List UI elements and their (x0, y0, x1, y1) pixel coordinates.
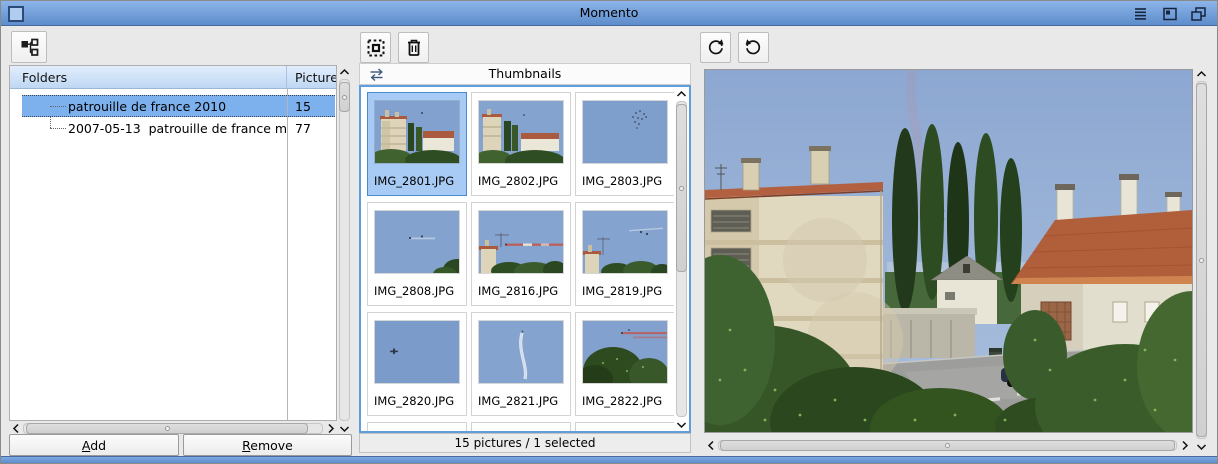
thumbnail-filename: IMG_2819.JPG (582, 284, 662, 298)
scrollbar-track[interactable] (676, 101, 687, 417)
thumbnail-image (375, 321, 459, 383)
scrollbar-thumb[interactable] (26, 423, 308, 434)
scrollbar-thumb[interactable] (1196, 83, 1207, 437)
thumbnails-vertical-scrollbar[interactable] (674, 87, 689, 431)
select-all-icon (366, 38, 386, 58)
scrollbar-track[interactable] (339, 79, 350, 421)
scrollbar-track[interactable] (718, 440, 1177, 451)
thumbnail-filename: IMG_2801.JPG (374, 174, 454, 188)
tree-branch (50, 128, 66, 129)
scroll-right-icon[interactable] (324, 421, 337, 435)
thumbnail-filename: IMG_2808.JPG (374, 284, 454, 298)
folders-table: Folders Pictures patrouille de france 20… (9, 65, 337, 421)
thumbnail-filename: IMG_2820.JPG (374, 394, 454, 408)
folders-vertical-scrollbar[interactable] (337, 65, 352, 435)
thumbnail-filename: IMG_2821.JPG (478, 394, 558, 408)
scroll-up-icon[interactable] (337, 65, 352, 78)
scrollbar-track[interactable] (1196, 81, 1207, 439)
thumbnail-image (583, 321, 667, 383)
thumbnail-card[interactable] (471, 422, 571, 431)
rotate-left-icon (705, 37, 726, 58)
folder-tree-button[interactable] (11, 31, 47, 63)
add-button[interactable]: Add (9, 434, 179, 456)
delete-button[interactable] (398, 32, 429, 63)
window-title: Momento (1, 1, 1217, 26)
scroll-right-icon[interactable] (1178, 437, 1191, 453)
thumbnail-filename: IMG_2803.JPG (582, 174, 662, 188)
thumbnail-card[interactable] (575, 422, 674, 431)
window-bottom-frame (1, 456, 1217, 463)
thumbnails-header-label: Thumbnails (360, 64, 690, 84)
scroll-down-icon[interactable] (1193, 440, 1209, 453)
thumbnail-image (583, 211, 667, 273)
remove-button[interactable]: Remove (183, 434, 352, 456)
preview-vertical-scrollbar[interactable] (1193, 67, 1209, 453)
folders-horizontal-scrollbar[interactable] (9, 421, 337, 435)
restore-icon[interactable] (1190, 5, 1207, 22)
trash-icon (405, 38, 423, 57)
preview-image (705, 70, 1192, 432)
thumbnail-filename: IMG_2816.JPG (478, 284, 558, 298)
folders-table-header: Folders Pictures (10, 66, 336, 89)
rotate-left-button[interactable] (700, 32, 731, 63)
folder-name: 2007-05-13 patrouille de france meeting (68, 121, 287, 136)
add-button-label: Add (82, 438, 106, 453)
titlebar[interactable]: Momento (1, 1, 1217, 26)
thumbnail-filename: IMG_2802.JPG (478, 174, 558, 188)
scroll-left-icon[interactable] (9, 421, 22, 435)
thumbnails-status-bar: 15 pictures / 1 selected (359, 433, 691, 453)
tree-branch (50, 106, 66, 107)
scroll-up-icon[interactable] (674, 87, 689, 100)
thumbnail-card[interactable] (367, 422, 467, 431)
status-text: 15 pictures / 1 selected (454, 436, 595, 450)
thumbnails-column-header[interactable]: Thumbnails (359, 63, 691, 85)
thumbnail-image (479, 101, 563, 163)
scrollbar-thumb[interactable] (720, 440, 1175, 451)
folder-picture-count: 77 (287, 121, 336, 136)
folder-name: patrouille de france 2010 (68, 99, 226, 114)
shade-icon[interactable] (1161, 5, 1178, 22)
scroll-down-icon[interactable] (674, 418, 689, 431)
thumbnail-image (583, 101, 667, 163)
thumbnail-card[interactable]: IMG_2803.JPG (575, 92, 674, 196)
panel-splitter-left[interactable] (352, 29, 358, 453)
thumbnail-image (375, 101, 459, 163)
momento-window: Momento Folders Pictures (0, 0, 1218, 464)
preview-horizontal-scrollbar[interactable] (704, 437, 1191, 453)
select-all-button[interactable] (360, 32, 391, 63)
scrollbar-thumb[interactable] (339, 82, 350, 112)
scroll-left-icon[interactable] (704, 437, 717, 453)
thumbnail-image (479, 321, 563, 383)
thumbnail-image (479, 211, 563, 273)
folder-picture-count: 15 (287, 99, 336, 114)
thumbnail-card[interactable]: IMG_2820.JPG (367, 312, 467, 416)
scroll-up-icon[interactable] (1193, 67, 1209, 80)
thumbnail-card[interactable]: IMG_2801.JPG (367, 92, 467, 196)
thumbnail-card[interactable]: IMG_2816.JPG (471, 202, 571, 306)
thumbnail-image (375, 211, 459, 273)
thumbnail-filename: IMG_2822.JPG (582, 394, 662, 408)
folder-tree-icon (20, 38, 39, 56)
remove-button-label: Remove (242, 438, 293, 453)
thumbnail-card[interactable]: IMG_2821.JPG (471, 312, 571, 416)
scrollbar-track[interactable] (23, 423, 323, 434)
rotate-right-icon (743, 37, 764, 58)
column-header-folders[interactable]: Folders (10, 66, 287, 88)
thumbnail-card[interactable]: IMG_2808.JPG (367, 202, 467, 306)
thumbnail-card[interactable]: IMG_2822.JPG (575, 312, 674, 416)
thumbnail-card[interactable]: IMG_2819.JPG (575, 202, 674, 306)
column-header-pictures[interactable]: Pictures (287, 66, 336, 88)
thumbnails-view[interactable]: IMG_2801.JPG IMG_2802.JPG IMG_2803.JPG IMG_… (359, 85, 691, 433)
menu-icon[interactable] (1132, 5, 1149, 22)
thumbnails-grid: IMG_2801.JPG IMG_2802.JPG IMG_2803.JPG IMG_… (361, 87, 674, 431)
column-separator (287, 88, 288, 420)
thumbnail-card[interactable]: IMG_2802.JPG (471, 92, 571, 196)
preview-viewport[interactable] (704, 69, 1193, 433)
panel-splitter-right[interactable] (692, 29, 698, 453)
rotate-right-button[interactable] (738, 32, 769, 63)
scrollbar-thumb[interactable] (676, 104, 687, 272)
